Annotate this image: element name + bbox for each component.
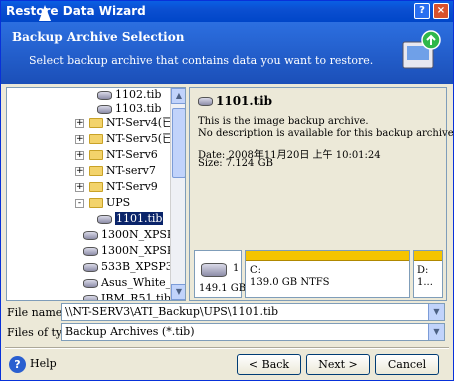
folder-icon	[89, 134, 103, 144]
folder-icon	[89, 182, 103, 192]
tree-item-label: 1101.tib	[115, 212, 164, 225]
file-type-combo[interactable]: Backup Archives (*.tib) ▼	[61, 323, 445, 341]
footer-divider	[5, 347, 449, 349]
tree-item-label: 1103.tib	[115, 102, 162, 115]
tree-expander-icon[interactable]: +	[75, 119, 84, 128]
wizard-header: Backup Archive Selection Select backup a…	[1, 22, 453, 84]
archive-title-text: 1101.tib	[216, 94, 273, 108]
tree-item[interactable]: 1103.tib	[97, 102, 161, 116]
tree-item-label: 1102.tib	[115, 88, 162, 101]
disk-box: 1 149.1 GB	[194, 250, 246, 298]
disk-icon	[97, 90, 112, 100]
folder-icon	[89, 150, 103, 160]
partition-c[interactable]: C: 139.0 GB NTFS	[245, 250, 410, 298]
mouse-cursor-icon	[39, 5, 51, 21]
tree-item[interactable]: NT-Serv6	[89, 148, 158, 162]
archive-title: 1101.tib	[198, 94, 272, 108]
disk-icon	[97, 214, 112, 224]
tree-scrollbar[interactable]: ▲ ▼	[170, 88, 185, 300]
tree-item[interactable]: 1102.tib	[97, 88, 161, 102]
cancel-button[interactable]: Cancel	[375, 354, 439, 375]
scroll-thumb[interactable]	[172, 108, 185, 178]
chevron-down-icon[interactable]: ▼	[428, 324, 444, 340]
tree-item[interactable]: UPS	[89, 196, 130, 210]
tree-item[interactable]: 1101.tib	[97, 212, 164, 226]
partition-c-info: 139.0 GB NTFS	[250, 277, 330, 288]
restore-wizard-window: Restore Data Wizard ? × Backup Archive S…	[0, 0, 454, 381]
archive-type-text: This is the image backup archive.	[198, 116, 369, 127]
tree-expander-icon[interactable]: -	[75, 199, 84, 208]
folder-open-icon	[89, 198, 103, 208]
partition-c-label: C:	[250, 265, 262, 276]
tree-expander-icon[interactable]: +	[75, 151, 84, 160]
archive-disk-icon	[198, 97, 213, 106]
tree-item-label: NT-Serv6	[106, 148, 158, 161]
page-subtitle: Select backup archive that contains data…	[29, 54, 374, 67]
file-name-value: \\NT-SERV3\ATI_Backup\UPS\1101.tib	[65, 305, 278, 318]
folder-icon	[89, 118, 103, 128]
title-close-button[interactable]: ×	[433, 3, 449, 19]
tree-expander-icon[interactable]: +	[75, 167, 84, 176]
disk-icon	[83, 246, 98, 256]
archive-size-text: Size: 7.124 GB	[198, 158, 273, 169]
tree-expander-icon[interactable]: +	[75, 183, 84, 192]
tree-item-label: NT-serv7	[106, 164, 156, 177]
disk-icon	[83, 294, 98, 300]
tree-item-label: IBM_R51.tib	[101, 292, 171, 301]
title-help-button[interactable]: ?	[414, 3, 430, 19]
partition-d-label: D:	[417, 265, 429, 276]
file-type-value: Backup Archives (*.tib)	[65, 325, 195, 338]
tree-expander-icon[interactable]: +	[75, 135, 84, 144]
restore-wizard-icon	[402, 30, 441, 69]
tree-item[interactable]: NT-serv7	[89, 164, 156, 178]
disk-number: 1	[233, 263, 240, 274]
scroll-down-button[interactable]: ▼	[171, 284, 185, 300]
tree-item[interactable]: IBM_R51.tib	[83, 292, 171, 301]
title-bar: Restore Data Wizard ? ×	[1, 1, 453, 22]
next-button[interactable]: Next >	[306, 354, 370, 375]
scroll-up-button[interactable]: ▲	[171, 88, 185, 104]
back-button[interactable]: < Back	[237, 354, 301, 375]
help-button[interactable]: ? Help	[9, 354, 57, 374]
disk-icon	[83, 262, 98, 272]
disk-icon	[83, 230, 98, 240]
chevron-down-icon[interactable]: ▼	[428, 304, 444, 320]
help-icon: ?	[9, 355, 26, 373]
page-title: Backup Archive Selection	[12, 30, 185, 44]
folder-icon	[89, 166, 103, 176]
file-name-label: File name:	[7, 306, 66, 319]
partition-c-bar	[246, 251, 409, 261]
window-title: Restore Data Wizard	[6, 4, 146, 18]
disk-icon	[83, 278, 98, 288]
archive-info-panel: 1101.tib This is the image backup archiv…	[189, 87, 454, 301]
partition-d[interactable]: D: 1...	[413, 250, 443, 298]
tree-item[interactable]: NT-Serv9	[89, 180, 158, 194]
archive-tree[interactable]: IBM_R51.tib Asus_White_XP 533B_XPSP3.tib 13…	[6, 87, 186, 301]
tree-item-label: NT-Serv9	[106, 180, 158, 193]
partition-d-info: 1...	[417, 277, 433, 288]
archive-description-text: No description is available for this bac…	[198, 128, 454, 139]
tree-item-label: UPS	[106, 196, 131, 209]
disk-icon	[97, 104, 112, 114]
file-name-combo[interactable]: \\NT-SERV3\ATI_Backup\UPS\1101.tib ▼	[61, 303, 445, 321]
disk-size: 149.1 GB	[199, 283, 247, 294]
help-label: Help	[30, 357, 57, 370]
partition-d-bar	[414, 251, 442, 261]
hard-disk-icon	[201, 263, 227, 277]
